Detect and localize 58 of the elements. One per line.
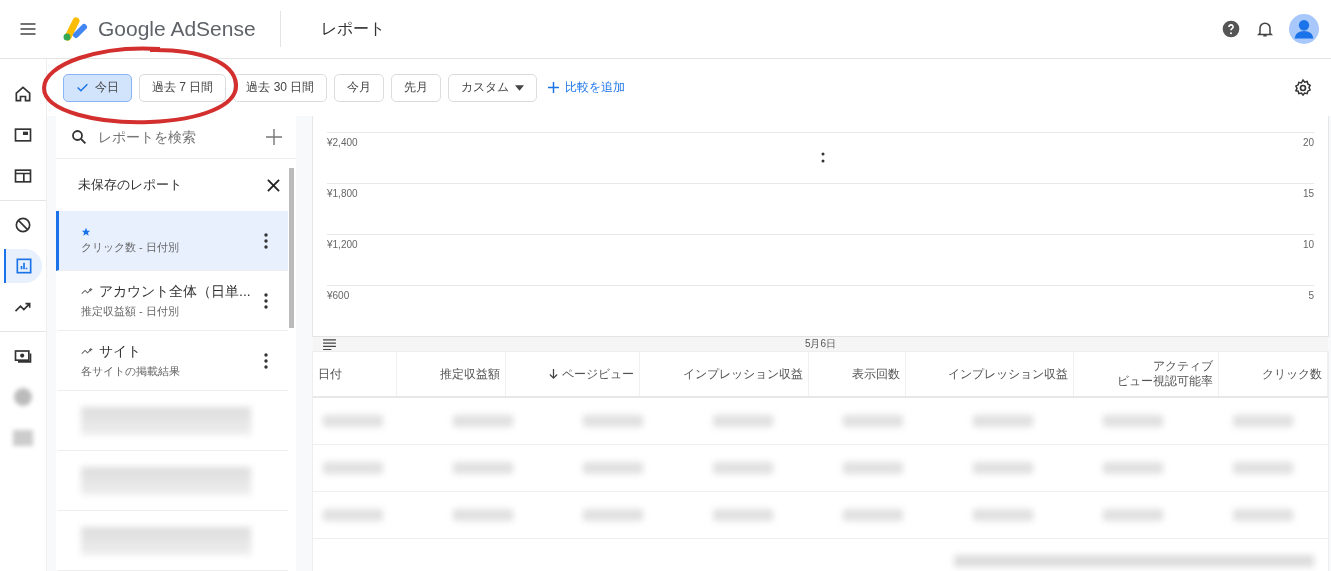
- settings-icon[interactable]: [1293, 77, 1313, 98]
- caret-icon: [515, 84, 525, 91]
- unsaved-report-title: 未保存のレポート: [78, 176, 182, 195]
- date-filter-chip[interactable]: 過去 7 日間: [139, 73, 227, 102]
- axis-label: ¥1,800: [327, 188, 358, 199]
- axis-label: 10: [1302, 239, 1314, 250]
- more-icon[interactable]: [264, 232, 268, 249]
- column-header[interactable]: ページビュー: [506, 352, 640, 396]
- layout-icon: [13, 166, 33, 186]
- column-header[interactable]: アクティブ ビュー視認可能率: [1074, 352, 1220, 396]
- column-header[interactable]: クリック数: [1219, 352, 1328, 396]
- search-icon: [70, 128, 88, 147]
- legend-icon[interactable]: [323, 338, 336, 350]
- sparkle-icon: [81, 346, 94, 357]
- report-subtitle: 各サイトの掲載結果: [81, 363, 180, 379]
- check-icon: [76, 81, 89, 94]
- axis-label: ¥1,200: [327, 239, 358, 250]
- date-filter-chip[interactable]: 今日: [63, 73, 132, 102]
- date-filter-chip[interactable]: 過去 30 日間: [233, 73, 328, 102]
- report-subtitle: クリック数 - 日付別: [81, 239, 179, 255]
- axis-label: ¥2,400: [327, 137, 358, 148]
- star-icon: [81, 226, 91, 237]
- more-icon[interactable]: [820, 152, 825, 164]
- report-title: アカウント全体（日単...: [99, 282, 251, 301]
- axis-label: ¥600: [327, 290, 350, 301]
- x-axis-label: 5月6日: [804, 337, 837, 351]
- ad-unit-icon: [13, 125, 33, 145]
- report-list-item[interactable]: クリック数 - 日付別: [56, 211, 288, 272]
- report-list-item[interactable]: サイト 各サイトの掲載結果: [56, 331, 288, 392]
- column-header[interactable]: インプレッション収益: [639, 352, 809, 396]
- column-header[interactable]: インプレッション収益: [905, 352, 1075, 396]
- plus-icon: [548, 82, 560, 93]
- axis-label: 15: [1302, 188, 1314, 199]
- add-icon[interactable]: [266, 129, 282, 146]
- report-list-item[interactable]: アカウント全体（日単... 推定収益額 - 日付別: [56, 271, 288, 332]
- report-subtitle: 推定収益額 - 日付別: [81, 303, 180, 319]
- page-title: レポート: [320, 18, 385, 39]
- bar-chart-icon: [14, 256, 34, 276]
- close-icon[interactable]: [267, 178, 280, 192]
- axis-label: 5: [1308, 290, 1314, 301]
- axis-label: 20: [1302, 137, 1314, 148]
- more-icon[interactable]: [264, 352, 268, 369]
- column-header[interactable]: 日付: [313, 352, 398, 396]
- date-filter-chip[interactable]: 先月: [391, 73, 442, 102]
- brand-name: Google AdSense: [98, 17, 256, 41]
- report-title: サイト: [99, 342, 141, 361]
- avatar-icon[interactable]: [1289, 14, 1319, 44]
- date-filter-chip[interactable]: カスタム: [448, 73, 538, 102]
- sparkle-icon: [81, 286, 94, 297]
- column-header[interactable]: 表示回数: [808, 352, 906, 396]
- more-icon[interactable]: [264, 292, 268, 309]
- add-comparison-link[interactable]: 比較を追加: [548, 79, 626, 96]
- sort-arrow-icon: [548, 368, 558, 380]
- home-icon: [13, 84, 33, 104]
- date-filter-chip[interactable]: 今月: [334, 73, 385, 102]
- help-icon[interactable]: [1221, 19, 1241, 39]
- column-header[interactable]: 推定収益額: [397, 352, 506, 396]
- block-icon: [13, 215, 33, 235]
